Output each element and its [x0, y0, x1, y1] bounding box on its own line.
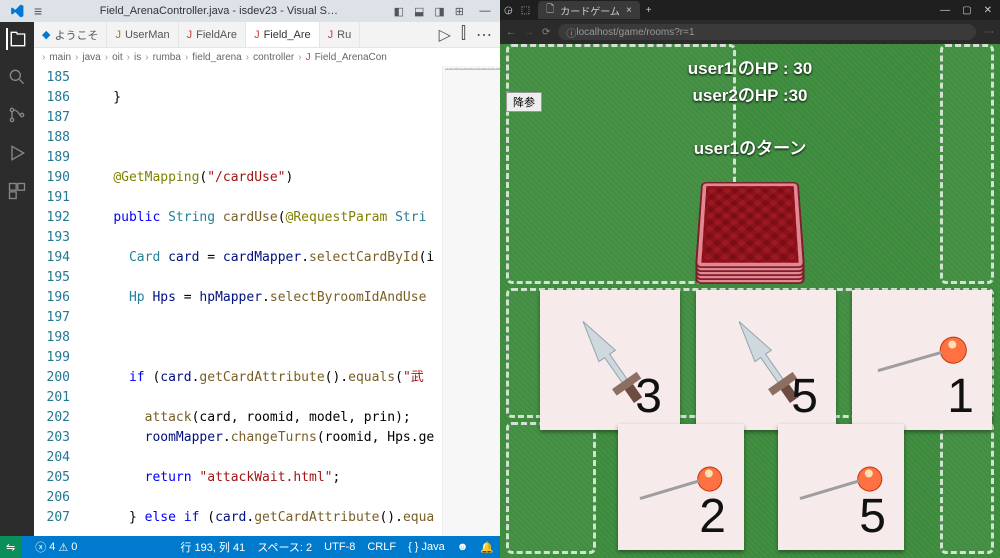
game-viewport: user1 のHP : 30 user2のHP :30 user1のターン 降参…: [500, 44, 1000, 558]
refresh-icon[interactable]: ⟳: [542, 27, 550, 38]
game-hud: user1 のHP : 30 user2のHP :30 user1のターン: [500, 52, 1000, 161]
browser-tab-title: カードゲーム: [560, 3, 620, 18]
status-bar: ⇋ ⓧ 4 ⚠ 0 行 193, 列 41 スペース: 2 UTF-8 CRLF…: [0, 536, 500, 558]
breadcrumbs[interactable]: ›main ›java ›oit ›is ›rumba ›field_arena…: [34, 48, 500, 66]
tab-ru[interactable]: JRu: [320, 22, 361, 48]
hand-card[interactable]: 3: [540, 290, 680, 430]
card-value: 5: [859, 489, 886, 544]
window-title: Field_ArenaController.java - isdev23 - V…: [50, 5, 387, 17]
status-problems[interactable]: ⓧ 4 ⚠ 0: [35, 539, 77, 555]
menu-icon[interactable]: ⋯: [984, 27, 994, 38]
tab-userman[interactable]: JUserMan: [107, 22, 178, 48]
tab-welcome[interactable]: ◆ようこそ: [34, 22, 107, 48]
extensions-icon[interactable]: [6, 180, 28, 202]
hp-user2: user2のHP :30: [500, 81, 1000, 106]
hp-user1: user1 のHP : 30: [500, 54, 1000, 79]
crumb[interactable]: main: [49, 52, 71, 63]
more-actions-icon[interactable]: ⋯: [476, 25, 492, 45]
card-value: 3: [635, 369, 662, 424]
browser-window: ◶ ⬚ 🗋カードゲーム× + — ▢ ✕ ← → ⟳ ⓘ localhost/g…: [500, 0, 1000, 558]
back-icon[interactable]: ←: [506, 27, 516, 38]
card-value: 2: [699, 489, 726, 544]
sword-icon: [689, 283, 842, 436]
new-tab-button[interactable]: +: [640, 5, 658, 16]
tab-label: FieldAre: [196, 29, 237, 41]
activity-bar: [0, 22, 34, 536]
card-value: 5: [791, 369, 818, 424]
profile-icon[interactable]: ⬚: [517, 5, 534, 16]
line-numbers: 185186187188 189190191192 193194195196 1…: [34, 66, 82, 536]
card-deck[interactable]: [695, 174, 805, 284]
hamburger-menu-icon[interactable]: ≡: [34, 3, 42, 19]
close-icon[interactable]: ✕: [984, 5, 992, 16]
run-icon[interactable]: ▷: [439, 25, 451, 45]
split-editor-icon[interactable]: ⫿: [461, 25, 466, 45]
editor-tabs: ◆ようこそ JUserMan JFieldAre JField_Are JRu …: [34, 22, 500, 48]
status-indent[interactable]: スペース: 2: [257, 539, 312, 555]
hand-card[interactable]: 5: [696, 290, 836, 430]
run-debug-icon[interactable]: [6, 142, 28, 164]
browser-tabs: ◶ ⬚ 🗋カードゲーム× + — ▢ ✕: [500, 0, 1000, 20]
status-lang[interactable]: { } Java: [408, 539, 445, 555]
close-tab-icon[interactable]: ×: [626, 5, 632, 16]
minimap[interactable]: ▂▃▂▃▃▂▃▃▃▂▃▂▃▃▂▃▃▃▂▃▂▃▃▂▃▃▃▂▃▂▃▃▂▃▃▃▂▃▂▃…: [442, 66, 500, 536]
panel-bottom-icon[interactable]: ⬓: [414, 5, 424, 18]
minimize-button[interactable]: —: [470, 0, 500, 22]
hand-card[interactable]: 5: [778, 424, 904, 550]
panel-left-icon[interactable]: ◧: [394, 5, 404, 18]
minimize-icon[interactable]: —: [940, 5, 950, 16]
status-encoding[interactable]: UTF-8: [324, 539, 355, 555]
sword-icon: [533, 283, 686, 436]
remote-indicator[interactable]: ⇋: [0, 536, 21, 558]
tab-label: Field_Are: [264, 29, 311, 41]
panel-right-icon[interactable]: ◨: [434, 5, 444, 18]
status-bell-icon[interactable]: 🔔: [480, 539, 494, 555]
edge-logo-icon: ◶: [500, 5, 517, 16]
browser-tab[interactable]: 🗋カードゲーム×: [538, 1, 640, 19]
tab-label: UserMan: [125, 29, 170, 41]
crumb[interactable]: oit: [112, 52, 123, 63]
slot-bottom-left: [506, 422, 596, 554]
crumb[interactable]: is: [134, 52, 141, 63]
crumb[interactable]: Field_ArenaCon: [315, 52, 387, 63]
code-text[interactable]: } @GetMapping("/cardUse") public String …: [82, 66, 442, 536]
search-icon[interactable]: [6, 66, 28, 88]
status-eol[interactable]: CRLF: [367, 539, 396, 555]
status-cursor[interactable]: 行 193, 列 41: [180, 539, 245, 555]
vscode-window: ≡ Field_ArenaController.java - isdev23 -…: [0, 0, 500, 558]
crumb[interactable]: java: [82, 52, 100, 63]
slot-bottom-right: [940, 422, 994, 554]
crumb[interactable]: rumba: [153, 52, 181, 63]
hand-card[interactable]: 1: [852, 290, 992, 430]
title-bar: ≡ Field_ArenaController.java - isdev23 -…: [0, 0, 500, 22]
explorer-icon[interactable]: [6, 28, 28, 50]
tab-field-arena[interactable]: JField_Are: [246, 22, 320, 48]
layout-controls[interactable]: ◧ ⬓ ◨ ⊞: [388, 5, 470, 18]
tab-label: Ru: [337, 29, 351, 41]
hand-card[interactable]: 2: [618, 424, 744, 550]
tab-label: ようこそ: [54, 27, 98, 43]
address-bar: ← → ⟳ ⓘ localhost/game/rooms?r=1 ⋯: [500, 20, 1000, 44]
crumb[interactable]: controller: [253, 52, 294, 63]
editor-area: ◆ようこそ JUserMan JFieldAre JField_Are JRu …: [34, 22, 500, 536]
forward-icon[interactable]: →: [524, 27, 534, 38]
status-feedback-icon[interactable]: ☻: [457, 539, 469, 555]
code-editor[interactable]: 185186187188 189190191192 193194195196 1…: [34, 66, 500, 536]
crumb[interactable]: field_arena: [192, 52, 241, 63]
vscode-logo-icon: [10, 4, 24, 18]
turn-indicator: user1のターン: [500, 134, 1000, 159]
url-field[interactable]: ⓘ localhost/game/rooms?r=1: [558, 24, 976, 40]
surrender-button[interactable]: 降参: [506, 92, 542, 112]
layout-grid-icon[interactable]: ⊞: [455, 5, 464, 18]
maximize-icon[interactable]: ▢: [962, 5, 971, 16]
tab-fieldare[interactable]: JFieldAre: [179, 22, 246, 48]
card-value: 1: [947, 369, 974, 424]
source-control-icon[interactable]: [6, 104, 28, 126]
